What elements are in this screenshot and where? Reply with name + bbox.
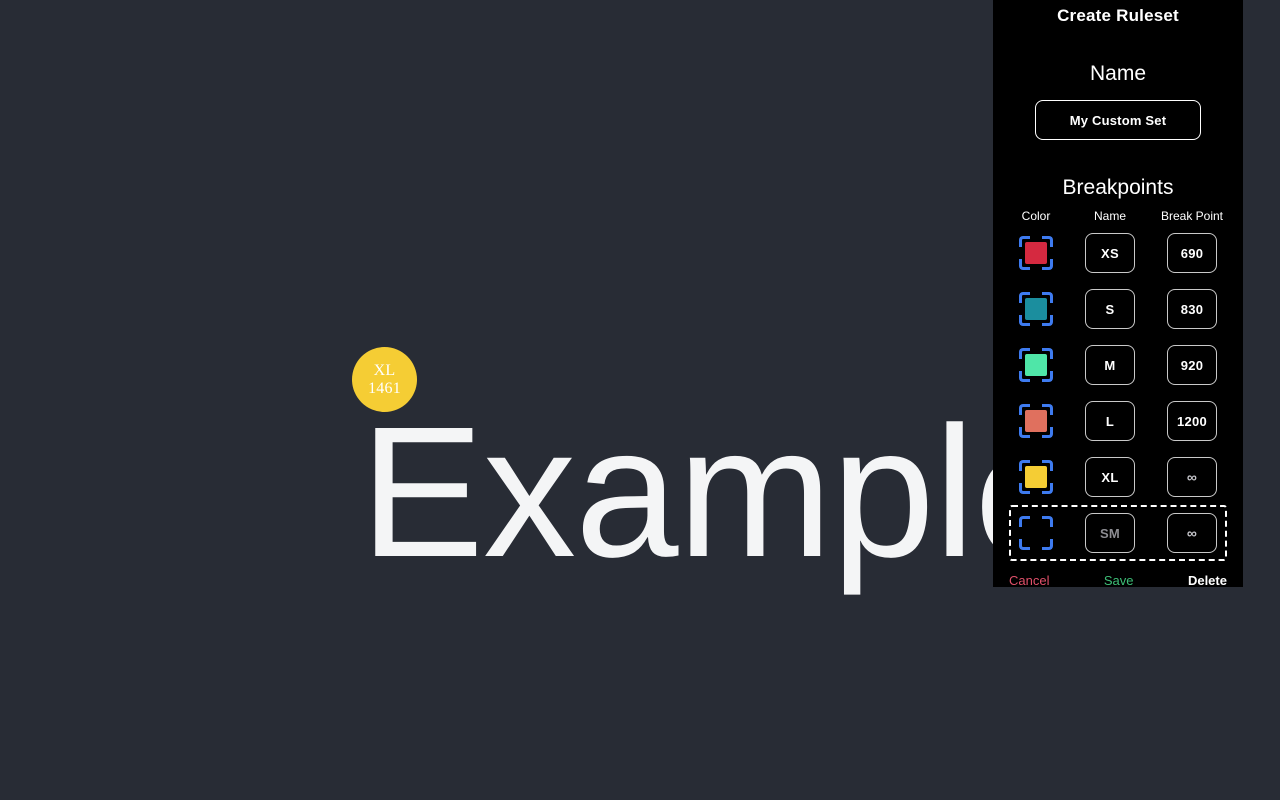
color-picker-icon — [1019, 460, 1053, 494]
color-picker-icon — [1019, 348, 1053, 382]
breakpoint-value-input[interactable] — [1167, 345, 1217, 385]
breakpoint-name-input[interactable] — [1085, 457, 1135, 497]
breakpoint-value-input[interactable] — [1167, 401, 1217, 441]
breakpoints-rows — [1009, 225, 1227, 561]
swatch-color-fill — [1025, 298, 1047, 320]
create-ruleset-panel: Create Ruleset Name Breakpoints Color Na… — [993, 0, 1243, 588]
color-swatch-button[interactable] — [1005, 348, 1067, 382]
delete-button[interactable]: Delete — [1188, 573, 1227, 588]
ruleset-name-input[interactable] — [1035, 100, 1201, 140]
breakpoint-value-input[interactable] — [1167, 513, 1217, 553]
breakpoint-row[interactable] — [1009, 505, 1227, 561]
breakpoint-row[interactable] — [1009, 281, 1227, 337]
header-breakpoint: Break Point — [1160, 209, 1224, 223]
panel-actions: Cancel Save Delete — [1009, 561, 1227, 602]
color-picker-icon — [1019, 404, 1053, 438]
name-section-heading: Name — [1089, 62, 1147, 85]
breakpoint-value-input[interactable] — [1167, 457, 1217, 497]
color-swatch-button[interactable] — [1005, 292, 1067, 326]
color-picker-icon — [1019, 292, 1053, 326]
breakpoints-section-heading: Breakpoints — [1062, 176, 1174, 199]
panel-title: Create Ruleset — [1057, 6, 1179, 25]
swatch-color-fill — [1025, 242, 1047, 264]
breakpoint-value-input[interactable] — [1167, 289, 1217, 329]
breakpoints-table-headers: Color Name Break Point — [1009, 209, 1227, 223]
breakpoint-value-input[interactable] — [1167, 233, 1217, 273]
breakpoint-row[interactable] — [1009, 449, 1227, 505]
color-swatch-button[interactable] — [1005, 236, 1067, 270]
preview-canvas: XL 1461 Example — [0, 0, 1078, 800]
breakpoint-name-input[interactable] — [1085, 513, 1135, 553]
color-swatch-button[interactable] — [1005, 516, 1067, 550]
header-name: Name — [1093, 209, 1126, 223]
swatch-color-fill — [1025, 354, 1047, 376]
breakpoint-row[interactable] — [1009, 225, 1227, 281]
breakpoint-name-input[interactable] — [1085, 345, 1135, 385]
swatch-corner-bracket — [1042, 539, 1053, 550]
color-swatch-button[interactable] — [1005, 460, 1067, 494]
name-section: Name — [1009, 48, 1227, 140]
breakpoints-section: Breakpoints Color Name Break Point — [1009, 162, 1227, 561]
swatch-color-fill — [1025, 466, 1047, 488]
breakpoint-row[interactable] — [1009, 393, 1227, 449]
color-swatch-button[interactable] — [1005, 404, 1067, 438]
breakpoint-name-input[interactable] — [1085, 289, 1135, 329]
cancel-button[interactable]: Cancel — [1009, 573, 1049, 588]
swatch-corner-bracket — [1042, 516, 1053, 527]
color-picker-icon — [1019, 236, 1053, 270]
save-button[interactable]: Save — [1104, 573, 1134, 588]
color-picker-icon — [1019, 516, 1053, 550]
swatch-corner-bracket — [1019, 539, 1030, 550]
breakpoint-row[interactable] — [1009, 337, 1227, 393]
breakpoint-name-input[interactable] — [1085, 233, 1135, 273]
breakpoint-name-input[interactable] — [1085, 401, 1135, 441]
badge-breakpoint-name: XL — [373, 361, 396, 379]
preview-heading-text: Example — [360, 389, 1078, 596]
swatch-corner-bracket — [1019, 516, 1030, 527]
swatch-color-fill — [1025, 410, 1047, 432]
header-color: Color — [1021, 209, 1051, 223]
